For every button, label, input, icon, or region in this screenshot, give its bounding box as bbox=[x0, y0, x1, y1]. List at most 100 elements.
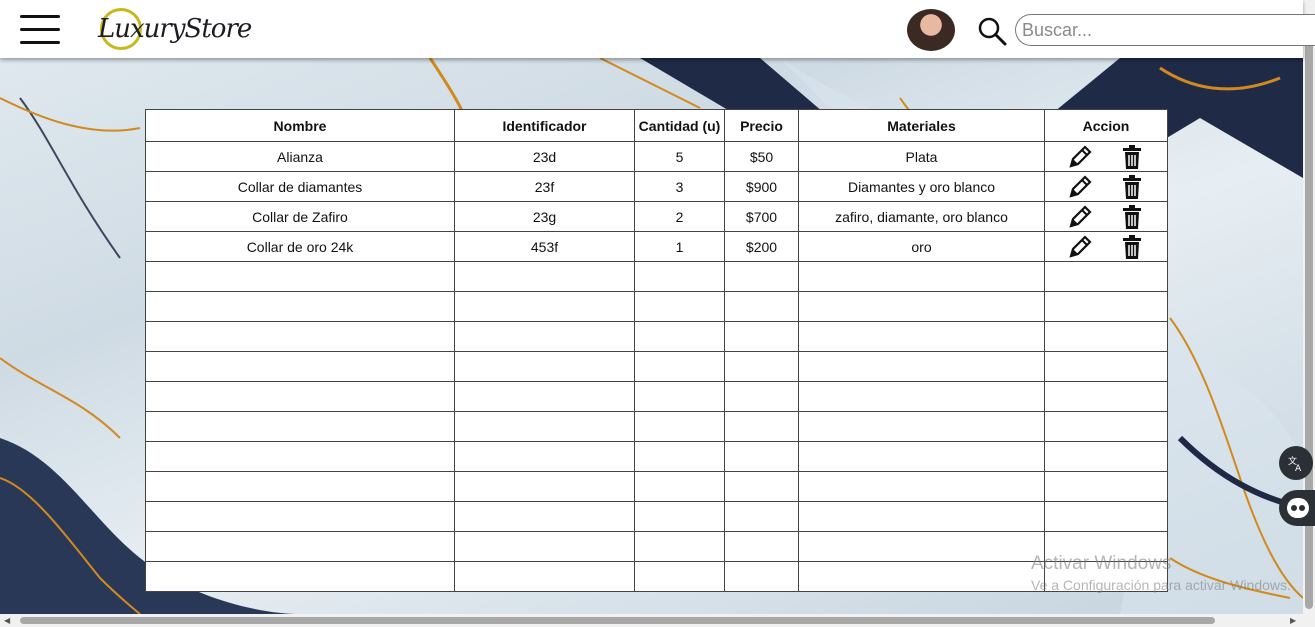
empty-cell bbox=[634, 291, 725, 322]
cell-precio: $50 bbox=[724, 141, 799, 172]
table-row: Collar de oro 24k 453f 1 $200 oro bbox=[145, 231, 1168, 262]
scroll-right-arrow-icon[interactable]: ▶ bbox=[1290, 616, 1296, 625]
assistant-bot-icon[interactable] bbox=[1279, 490, 1315, 526]
store-logo[interactable]: LuxuryStore bbox=[96, 6, 256, 54]
table-row: Collar de Zafiro 23g 2 $700 zafiro, diam… bbox=[145, 201, 1168, 232]
cell-cantidad: 3 bbox=[634, 171, 725, 202]
cell-cantidad: 2 bbox=[634, 201, 725, 232]
pencil-edit-icon[interactable] bbox=[1066, 143, 1094, 171]
empty-cell bbox=[724, 291, 799, 322]
empty-cell bbox=[634, 321, 725, 352]
empty-table-row bbox=[145, 561, 1168, 592]
empty-cell bbox=[634, 531, 725, 562]
cell-materiales: zafiro, diamante, oro blanco bbox=[798, 201, 1045, 232]
horizontal-scroll-thumb[interactable] bbox=[20, 617, 1215, 624]
column-header-accion: Accion bbox=[1044, 109, 1168, 142]
pencil-edit-icon[interactable] bbox=[1066, 233, 1094, 261]
cell-nombre: Collar de diamantes bbox=[145, 171, 455, 202]
empty-cell bbox=[1044, 441, 1168, 472]
trash-delete-icon[interactable] bbox=[1118, 203, 1146, 231]
user-avatar[interactable] bbox=[907, 9, 955, 51]
cell-materiales: Plata bbox=[798, 141, 1045, 172]
empty-cell bbox=[798, 501, 1045, 532]
inventory-table-container: Nombre Identificador Cantidad (u) Precio… bbox=[145, 109, 1168, 592]
empty-cell bbox=[145, 291, 455, 322]
cell-cantidad: 1 bbox=[634, 231, 725, 262]
empty-table-row bbox=[145, 531, 1168, 562]
empty-cell bbox=[454, 381, 635, 412]
empty-cell bbox=[724, 471, 799, 502]
empty-table-row bbox=[145, 501, 1168, 532]
empty-cell bbox=[634, 381, 725, 412]
empty-cell bbox=[798, 411, 1045, 442]
scroll-left-arrow-icon[interactable]: ◀ bbox=[4, 616, 10, 625]
cell-accion bbox=[1044, 231, 1168, 262]
table-row: Collar de diamantes 23f 3 $900 Diamantes… bbox=[145, 171, 1168, 202]
empty-cell bbox=[724, 561, 799, 592]
cell-accion bbox=[1044, 201, 1168, 232]
pencil-edit-icon[interactable] bbox=[1066, 173, 1094, 201]
cell-identificador: 23f bbox=[454, 171, 635, 202]
table-row: Alianza 23d 5 $50 Plata bbox=[145, 141, 1168, 172]
empty-table-row bbox=[145, 261, 1168, 292]
cell-nombre: Collar de Zafiro bbox=[145, 201, 455, 232]
cell-materiales: Diamantes y oro blanco bbox=[798, 171, 1045, 202]
cell-accion bbox=[1044, 171, 1168, 202]
empty-table-row bbox=[145, 441, 1168, 472]
empty-cell bbox=[724, 321, 799, 352]
trash-delete-icon[interactable] bbox=[1118, 173, 1146, 201]
column-header-precio: Precio bbox=[724, 109, 799, 142]
empty-cell bbox=[634, 501, 725, 532]
empty-cell bbox=[634, 261, 725, 292]
empty-cell bbox=[1044, 501, 1168, 532]
empty-table-row bbox=[145, 381, 1168, 412]
empty-cell bbox=[724, 501, 799, 532]
empty-cell bbox=[145, 561, 455, 592]
hamburger-menu-icon[interactable] bbox=[20, 13, 60, 45]
horizontal-scrollbar[interactable]: ◀ ▶ bbox=[0, 614, 1303, 627]
empty-cell bbox=[1044, 291, 1168, 322]
empty-cell bbox=[1044, 411, 1168, 442]
empty-cell bbox=[454, 531, 635, 562]
cell-cantidad: 5 bbox=[634, 141, 725, 172]
empty-cell bbox=[724, 381, 799, 412]
cell-materiales: oro bbox=[798, 231, 1045, 262]
empty-cell bbox=[724, 261, 799, 292]
empty-cell bbox=[454, 411, 635, 442]
search-input[interactable] bbox=[1015, 14, 1315, 46]
empty-cell bbox=[798, 291, 1045, 322]
empty-cell bbox=[1044, 381, 1168, 412]
empty-cell bbox=[145, 351, 455, 382]
trash-delete-icon[interactable] bbox=[1118, 233, 1146, 261]
pencil-edit-icon[interactable] bbox=[1066, 203, 1094, 231]
column-header-identificador: Identificador bbox=[454, 109, 635, 142]
empty-cell bbox=[1044, 351, 1168, 382]
trash-delete-icon[interactable] bbox=[1118, 143, 1146, 171]
empty-cell bbox=[798, 351, 1045, 382]
empty-cell bbox=[798, 471, 1045, 502]
cell-nombre: Collar de oro 24k bbox=[145, 231, 455, 262]
empty-table-row bbox=[145, 471, 1168, 502]
empty-table-row bbox=[145, 291, 1168, 322]
translate-icon[interactable]: 文A bbox=[1279, 446, 1313, 480]
cell-precio: $900 bbox=[724, 171, 799, 202]
empty-cell bbox=[145, 321, 455, 352]
empty-cell bbox=[454, 291, 635, 322]
empty-cell bbox=[454, 261, 635, 292]
empty-cell bbox=[724, 441, 799, 472]
svg-text:A: A bbox=[1295, 464, 1302, 472]
logo-text: LuxuryStore bbox=[98, 14, 252, 44]
empty-cell bbox=[145, 531, 455, 562]
table-header-row: Nombre Identificador Cantidad (u) Precio… bbox=[145, 109, 1168, 142]
vertical-scrollbar[interactable] bbox=[1303, 0, 1315, 627]
empty-cell bbox=[454, 321, 635, 352]
empty-cell bbox=[634, 561, 725, 592]
column-header-materiales: Materiales bbox=[798, 109, 1045, 142]
cell-precio: $700 bbox=[724, 201, 799, 232]
empty-cell bbox=[1044, 321, 1168, 352]
empty-cell bbox=[724, 411, 799, 442]
column-header-cantidad: Cantidad (u) bbox=[634, 109, 725, 142]
empty-cell bbox=[634, 471, 725, 502]
top-navbar: LuxuryStore bbox=[0, 0, 1315, 58]
search-icon[interactable] bbox=[976, 16, 1008, 48]
